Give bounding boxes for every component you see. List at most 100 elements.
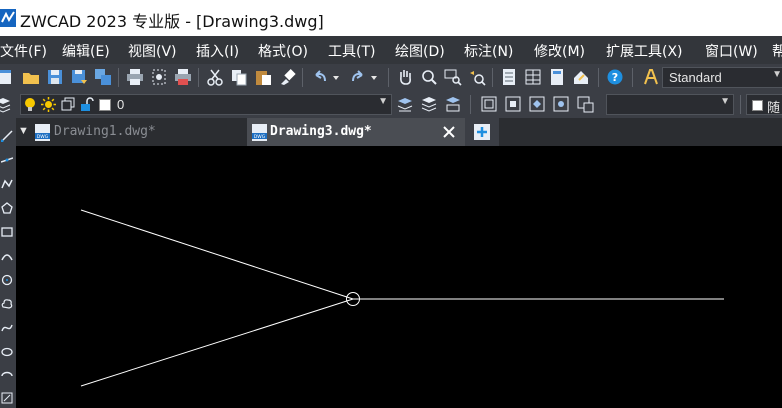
rectangle-icon[interactable]: [1, 226, 13, 238]
layers-toolbar: 0 ▼ ▼ 随: [0, 91, 782, 118]
polyline-icon[interactable]: [1, 178, 13, 190]
chevron-down-icon: ▼: [378, 96, 388, 107]
color-dropdown[interactable]: 随: [746, 94, 782, 115]
layer-color-swatch-icon[interactable]: [99, 99, 111, 111]
menu-tools[interactable]: 工具(T): [328, 41, 375, 61]
zoom-previous-icon[interactable]: [468, 68, 486, 86]
menu-view[interactable]: 视图(V): [128, 41, 177, 61]
tool-palettes-icon[interactable]: [548, 68, 566, 86]
menu-file[interactable]: 文件(F): [0, 41, 47, 61]
layer-manager-icon[interactable]: [0, 95, 12, 113]
ellipse-arc-icon[interactable]: [1, 370, 13, 382]
standard-toolbar: ? Standard ▼: [0, 64, 782, 91]
object-viewport-icon[interactable]: [552, 95, 570, 113]
svg-text:DWG: DWG: [254, 134, 266, 140]
print-preview-icon[interactable]: [150, 68, 168, 86]
revision-cloud-icon[interactable]: [1, 298, 13, 310]
menu-draw[interactable]: 绘图(D): [395, 41, 445, 61]
design-center-icon[interactable]: [524, 68, 542, 86]
viewport-icon[interactable]: [480, 95, 498, 113]
open-folder-icon[interactable]: [22, 68, 40, 86]
line-icon[interactable]: [1, 130, 13, 142]
tab-label: Drawing3.dwg*: [270, 124, 372, 139]
chevron-down-icon: ▼: [720, 96, 730, 107]
polygon-icon[interactable]: [1, 202, 13, 214]
viewport-freeze-icon[interactable]: [61, 97, 76, 112]
zoom-window-icon[interactable]: [444, 68, 462, 86]
viewport-scale-dropdown[interactable]: ▼: [606, 94, 734, 115]
close-tab-icon[interactable]: [443, 126, 455, 138]
copy-icon[interactable]: [230, 68, 248, 86]
menu-bar: 文件(F) 编辑(E) 视图(V) 插入(I) 格式(O) 工具(T) 绘图(D…: [0, 36, 782, 64]
window-title: ZWCAD 2023 专业版 - [Drawing3.dwg]: [20, 12, 324, 31]
cut-icon[interactable]: [206, 68, 224, 86]
help-icon[interactable]: ?: [606, 68, 624, 86]
dwg-file-icon: DWG: [252, 124, 267, 141]
bulb-on-icon[interactable]: [23, 97, 37, 112]
drawing-geometry: [80, 209, 724, 387]
ellipse-icon[interactable]: [1, 346, 13, 358]
construction-line-icon[interactable]: [1, 154, 13, 166]
save-as-icon[interactable]: [70, 68, 88, 86]
line-upper-segment[interactable]: [80, 209, 354, 300]
toolbar-separator: [492, 68, 493, 87]
new-tab-button[interactable]: [465, 118, 499, 146]
markup-manager-icon[interactable]: [572, 68, 590, 86]
layer-name: 0: [117, 97, 125, 112]
tab-drawing3[interactable]: DWG Drawing3.dwg*: [247, 118, 465, 146]
unlock-icon[interactable]: [79, 97, 94, 112]
toolbar-separator: [598, 68, 599, 87]
circle-icon[interactable]: [1, 274, 13, 286]
spline-icon[interactable]: [1, 322, 13, 334]
menu-dimension[interactable]: 标注(N): [464, 41, 513, 61]
toolbar-separator: [632, 68, 633, 87]
pan-hand-icon[interactable]: [396, 68, 414, 86]
chevron-down-icon: ▼: [772, 69, 782, 80]
toolbar-separator: [118, 68, 119, 87]
tab-drawing1[interactable]: DWG Drawing1.dwg*: [32, 118, 247, 146]
menu-edit[interactable]: 编辑(E): [62, 41, 110, 61]
plot-icon[interactable]: [174, 68, 192, 86]
new-file-icon[interactable]: [0, 68, 14, 86]
polygonal-viewport-icon[interactable]: [528, 95, 546, 113]
toolbar-separator: [388, 68, 389, 87]
line-lower-segment[interactable]: [80, 298, 354, 387]
save-icon[interactable]: [46, 68, 64, 86]
paste-icon[interactable]: [254, 68, 272, 86]
text-style-value: Standard: [669, 70, 722, 85]
menu-modify[interactable]: 修改(M): [534, 41, 585, 61]
batch-save-icon[interactable]: [94, 68, 112, 86]
undo-icon[interactable]: [312, 68, 342, 86]
menu-extension-tools[interactable]: 扩展工具(X): [606, 41, 683, 61]
layer-previous-icon[interactable]: [396, 95, 414, 113]
title-bar: ZWCAD 2023 专业版 - [Drawing3.dwg]: [0, 0, 782, 36]
svg-text:?: ?: [612, 71, 618, 84]
menu-overflow[interactable]: 帮: [772, 41, 782, 61]
tab-list-icon[interactable]: ▼: [18, 125, 29, 137]
color-value: 随: [767, 100, 781, 115]
zoom-realtime-icon[interactable]: [420, 68, 438, 86]
properties-icon[interactable]: [500, 68, 518, 86]
clip-viewport-icon[interactable]: [576, 95, 594, 113]
dwg-file-icon: DWG: [35, 124, 50, 141]
toolbar-separator: [198, 68, 199, 87]
menu-format[interactable]: 格式(O): [258, 41, 308, 61]
drawing-canvas[interactable]: [16, 146, 782, 408]
redo-icon[interactable]: [348, 68, 380, 86]
toolbar-separator: [302, 68, 303, 87]
layer-isolate-icon[interactable]: [444, 95, 462, 113]
insert-block-icon[interactable]: [1, 392, 13, 404]
layer-states-icon[interactable]: [420, 95, 438, 113]
single-viewport-icon[interactable]: [504, 95, 522, 113]
print-icon[interactable]: [126, 68, 144, 86]
layer-dropdown[interactable]: 0 ▼: [20, 94, 392, 115]
menu-window[interactable]: 窗口(W): [705, 41, 758, 61]
draw-toolbar: [0, 118, 16, 408]
tab-label: Drawing1.dwg*: [54, 124, 156, 139]
menu-insert[interactable]: 插入(I): [196, 41, 239, 61]
text-style-dropdown[interactable]: Standard ▼: [662, 67, 782, 88]
document-tab-bar: ▼ DWG Drawing1.dwg* DWG Drawing3.dwg*: [16, 118, 782, 146]
sun-icon[interactable]: [41, 97, 56, 112]
arc-icon[interactable]: [1, 250, 13, 262]
match-properties-icon[interactable]: [278, 68, 296, 86]
